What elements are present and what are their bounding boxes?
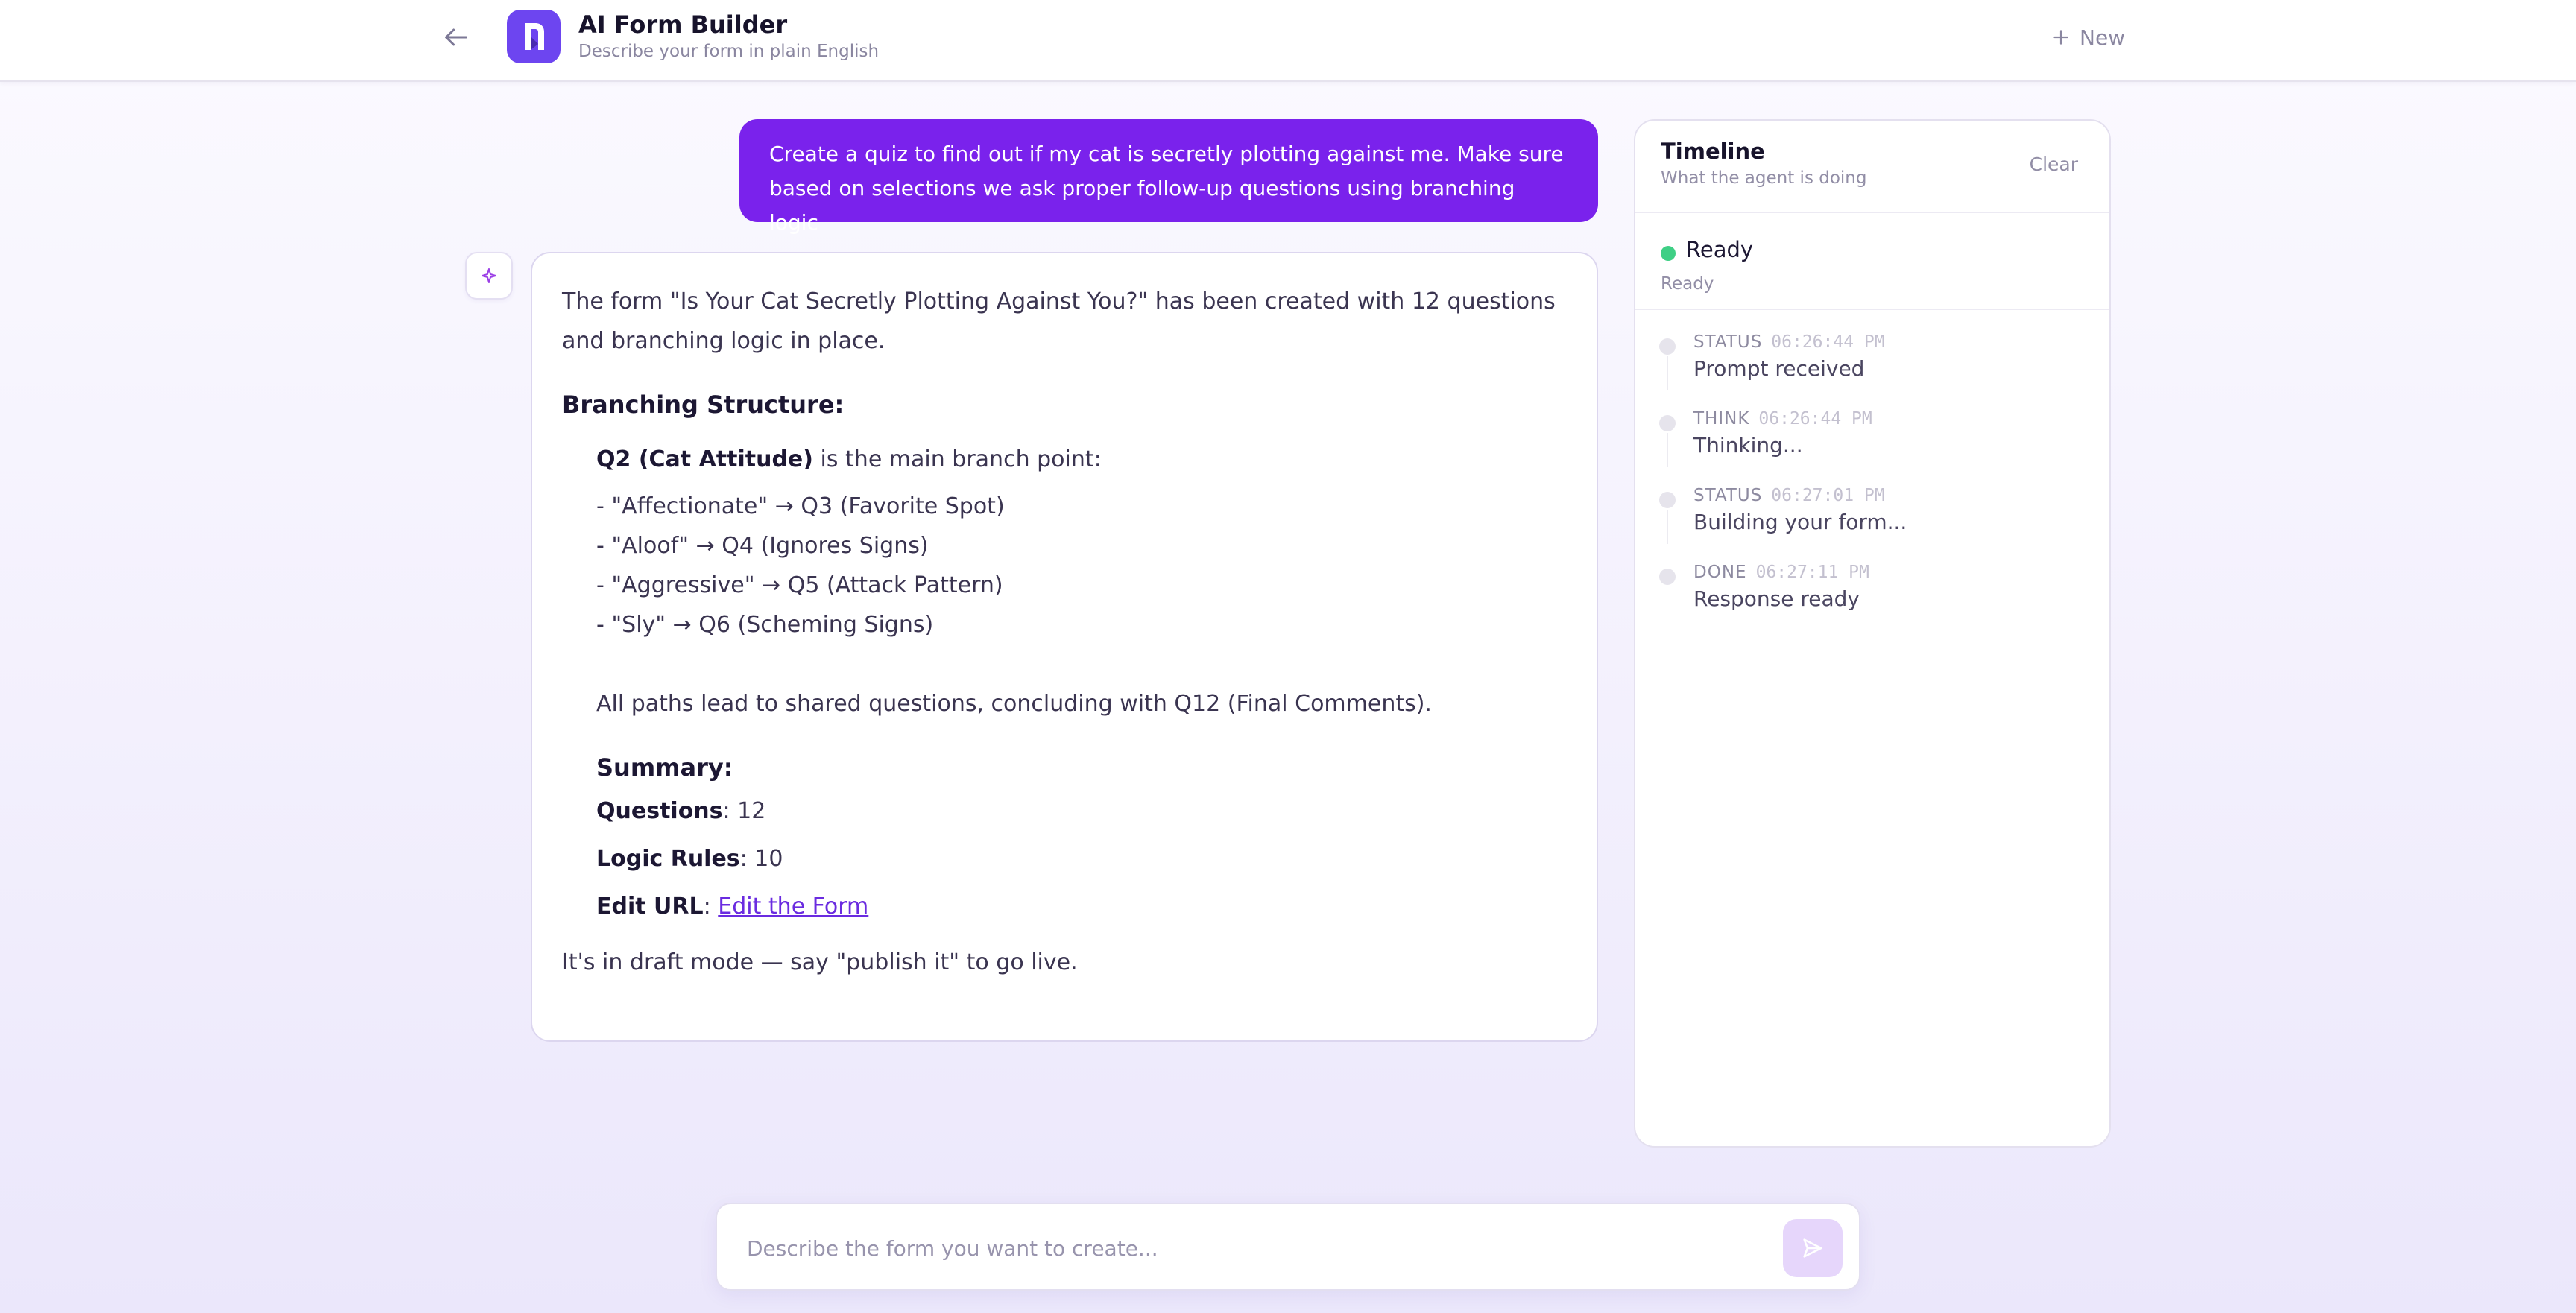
event-dot <box>1659 415 1676 431</box>
event-time: 06:27:01 PM <box>1771 486 1885 505</box>
event-connector <box>1667 433 1668 467</box>
event-text: Thinking... <box>1693 433 1803 458</box>
timeline-panel: Timeline What the agent is doing Clear R… <box>1634 119 2111 1148</box>
agent-status: Ready Ready <box>1635 213 2109 310</box>
branch-item: - "Aloof" → Q4 (Ignores Signs) <box>596 533 929 559</box>
summary-heading: Summary: <box>596 753 733 782</box>
edit-url-separator: : <box>703 893 719 920</box>
timeline-header: Timeline What the agent is doing Clear <box>1635 121 2109 213</box>
logic-rules-stat: Logic Rules: 10 <box>596 841 1567 877</box>
send-icon <box>1803 1238 1822 1258</box>
arrow-left-icon <box>445 28 467 46</box>
paths-note: All paths lead to shared questions, conc… <box>596 691 1432 717</box>
event-kind-label: THINK <box>1693 409 1750 428</box>
timeline-title: Timeline <box>1661 139 1765 164</box>
event-time: 06:26:44 PM <box>1771 332 1885 352</box>
send-button[interactable] <box>1783 1219 1843 1277</box>
event-dot <box>1659 569 1676 585</box>
edit-form-link[interactable]: Edit the Form <box>718 893 868 920</box>
new-button-label: New <box>2080 25 2126 50</box>
branch-item: - "Sly" → Q6 (Scheming Signs) <box>596 612 934 638</box>
branch-item: - "Aggressive" → Q5 (Attack Pattern) <box>596 572 1003 598</box>
status-label: Ready <box>1686 237 1754 262</box>
response-intro: The form "Is Your Cat Secretly Plotting … <box>562 288 1556 354</box>
timeline-event: STATUS 06:27:01 PM Building your form... <box>1635 463 2109 544</box>
app-header: AI Form Builder Describe your form in pl… <box>0 0 2576 82</box>
event-kind: STATUS 06:27:01 PM <box>1693 486 1885 505</box>
branch-point: Q2 (Cat Attitude) is the main branch poi… <box>596 440 1567 479</box>
event-kind-label: STATUS <box>1693 486 1763 505</box>
event-time: 06:27:11 PM <box>1755 563 1869 582</box>
timeline-event: DONE 06:27:11 PM Response ready <box>1635 540 2109 617</box>
branch-point-text: is the main branch point: <box>813 446 1102 472</box>
back-button[interactable] <box>432 16 480 58</box>
branch-list: - "Affectionate" → Q3 (Favorite Spot) - … <box>596 487 1567 645</box>
branching-heading: Branching Structure: <box>562 390 845 419</box>
edit-url-stat: Edit URL: Edit the Form <box>596 889 1567 925</box>
event-kind: DONE 06:27:11 PM <box>1693 563 1869 582</box>
event-text: Building your form... <box>1693 510 1907 534</box>
event-dot <box>1659 492 1676 508</box>
status-subtext: Ready <box>1661 274 1714 294</box>
assistant-avatar <box>465 252 513 300</box>
message-composer <box>716 1203 1860 1291</box>
event-dot <box>1659 338 1676 355</box>
timeline-event: STATUS 06:26:44 PM Prompt received <box>1635 310 2109 390</box>
edit-url-label: Edit URL <box>596 893 704 920</box>
questions-value: : 12 <box>722 798 766 824</box>
event-kind-label: DONE <box>1693 563 1747 582</box>
prompt-input[interactable] <box>747 1230 1731 1267</box>
clear-button[interactable]: Clear <box>2030 154 2078 175</box>
event-text: Prompt received <box>1693 356 1865 381</box>
event-connector <box>1667 510 1668 544</box>
timeline-event: THINK 06:26:44 PM Thinking... <box>1635 387 2109 467</box>
app-logo <box>507 10 561 63</box>
branch-point-question: Q2 (Cat Attitude) <box>596 446 813 472</box>
questions-stat: Questions: 12 <box>596 794 1567 829</box>
timeline-events: STATUS 06:26:44 PM Prompt received THINK 0… <box>1635 310 2109 617</box>
status-indicator-dot <box>1661 246 1676 261</box>
timeline-subtitle: What the agent is doing <box>1661 168 1867 188</box>
logic-rules-value: : 10 <box>739 846 783 872</box>
logic-rules-label: Logic Rules <box>596 846 740 872</box>
event-kind: THINK 06:26:44 PM <box>1693 409 1872 428</box>
user-message: Create a quiz to find out if my cat is s… <box>739 119 1598 235</box>
event-kind-label: STATUS <box>1693 332 1763 352</box>
event-text: Response ready <box>1693 586 1860 611</box>
app-title: AI Form Builder <box>578 10 788 39</box>
sparkle-icon <box>482 268 496 283</box>
questions-label: Questions <box>596 798 723 824</box>
app-subtitle: Describe your form in plain English <box>578 42 880 61</box>
branch-item: - "Affectionate" → Q3 (Favorite Spot) <box>596 493 1005 519</box>
new-button[interactable]: New <box>2051 21 2125 54</box>
assistant-message: The form "Is Your Cat Secretly Plotting … <box>531 252 1598 1042</box>
draft-note: It's in draft mode — say "publish it" to… <box>562 949 1078 975</box>
event-time: 06:26:44 PM <box>1758 409 1872 428</box>
event-connector <box>1667 356 1668 390</box>
event-kind: STATUS 06:26:44 PM <box>1693 332 1885 352</box>
plus-icon <box>2053 30 2068 45</box>
